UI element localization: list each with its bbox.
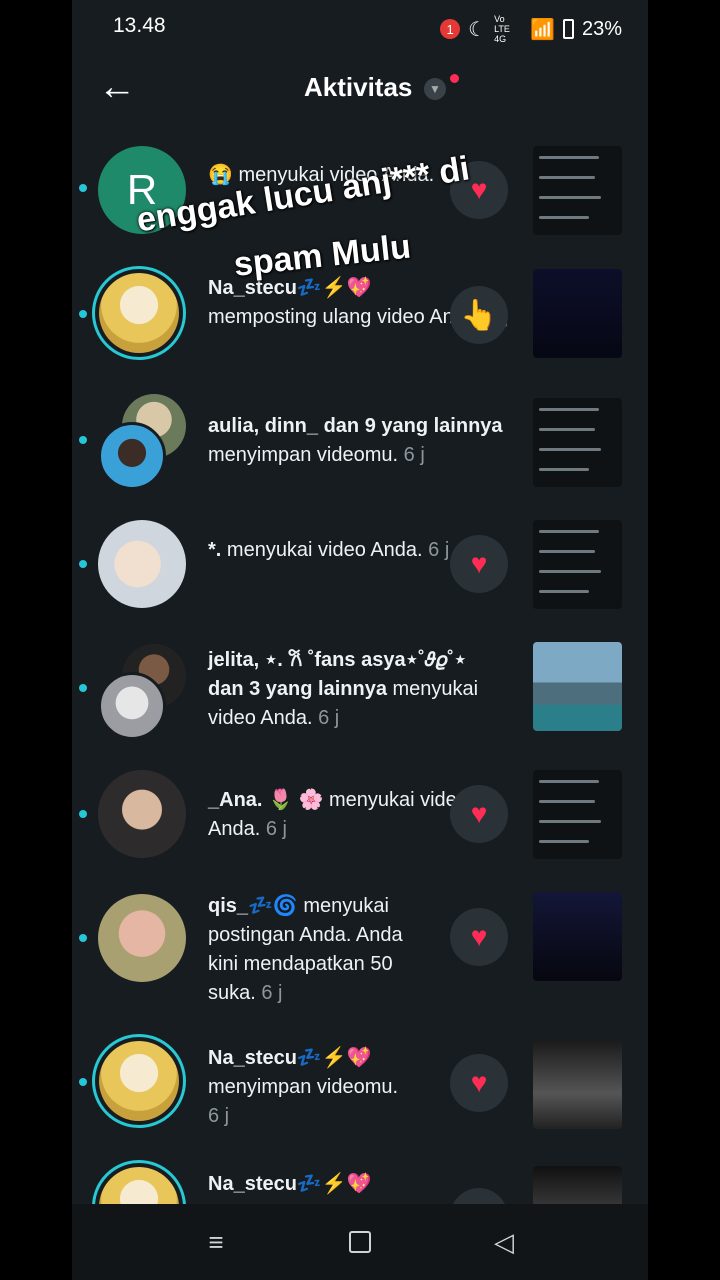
chevron-down-icon[interactable]: ▼: [424, 78, 446, 100]
list-item[interactable]: Na_stecu💤⚡💖 menyimpan videomu. 6 j ♥: [72, 1034, 648, 1138]
unread-dot: [79, 310, 87, 318]
video-thumbnail[interactable]: [533, 1166, 622, 1204]
heart-icon[interactable]: ♥: [450, 785, 508, 843]
activity-text: qis_💤🌀 menyukai postingan Anda. Anda kin…: [208, 892, 438, 1008]
list-item[interactable]: Na_stecu💤⚡💖 ♥: [72, 1160, 648, 1204]
activity-description: memposting ulang video Anda.: [208, 306, 482, 328]
video-thumbnail[interactable]: [533, 892, 622, 981]
avatar[interactable]: [98, 894, 186, 982]
avatar[interactable]: [98, 520, 186, 608]
user-name[interactable]: *.: [208, 539, 221, 561]
unread-dot: [79, 436, 87, 444]
video-thumbnail[interactable]: [533, 1040, 622, 1129]
time-ago: 6 j: [261, 982, 283, 1004]
unread-dot: [79, 1078, 87, 1086]
user-name[interactable]: Na_stecu💤⚡💖: [208, 1047, 372, 1069]
menu-icon[interactable]: ≡: [200, 1226, 232, 1258]
notification-badge: 1: [440, 19, 461, 39]
list-item[interactable]: *. menyukai video Anda. 6 j ♥: [72, 520, 648, 620]
activity-description: menyimpan videomu.: [208, 1076, 399, 1098]
activity-text: Na_stecu💤⚡💖: [208, 1170, 438, 1199]
battery-icon: [562, 19, 574, 39]
battery-percent: 23%: [581, 17, 622, 40]
list-item[interactable]: qis_💤🌀 menyukai postingan Anda. Anda kin…: [72, 892, 648, 1012]
user-name[interactable]: qis_💤🌀: [208, 895, 298, 917]
video-thumbnail[interactable]: [533, 770, 622, 859]
square-home-icon[interactable]: [344, 1226, 376, 1258]
avatar[interactable]: [98, 770, 186, 858]
unread-dot: [79, 810, 87, 818]
activity-text: aulia, dinn_ dan 9 yang lainnya menyimpa…: [208, 412, 508, 470]
user-name[interactable]: _Ana. 🌷 🌸: [208, 789, 323, 811]
emoji: 😭: [208, 164, 233, 186]
user-name[interactable]: Na_stecu💤⚡💖: [208, 1173, 372, 1195]
network-label: Vo LTE 4G: [494, 14, 510, 44]
status-time: 13.48: [113, 14, 166, 37]
user-name[interactable]: aulia, dinn_: [208, 415, 318, 437]
triangle-back-icon[interactable]: ◁: [488, 1226, 520, 1258]
video-thumbnail[interactable]: [533, 146, 622, 235]
app-header: ← Aktivitas ▼: [72, 56, 648, 120]
phone-screen: 13.48 1 ☾ Vo LTE 4G 📶 23% ← Aktivitas ▼ …: [72, 0, 648, 1280]
activity-description: menyukai video Anda.: [226, 539, 423, 561]
video-thumbnail[interactable]: [533, 398, 622, 487]
list-item[interactable]: _Ana. 🌷 🌸 menyukai video Anda. 6 j ♥: [72, 770, 648, 870]
user-name[interactable]: jelita, ⋆. 𐙚 ˚fans asya⋆˚𝜗𝜚˚⋆: [208, 649, 466, 671]
unread-dot: [79, 560, 87, 568]
time-ago: 6 j: [318, 707, 340, 729]
avatar[interactable]: [92, 1034, 186, 1128]
others-count[interactable]: dan 9 yang lainnya: [324, 415, 503, 437]
avatar[interactable]: [98, 422, 166, 490]
others-count[interactable]: dan 3 yang lainnya: [208, 678, 387, 700]
time-ago: 6 j: [208, 1105, 230, 1127]
activity-description: menyimpan videomu.: [208, 444, 399, 466]
heart-icon[interactable]: ♥: [450, 1054, 508, 1112]
time-ago: 6 j: [428, 539, 450, 561]
unread-dot: [79, 184, 87, 192]
video-thumbnail[interactable]: [533, 269, 622, 358]
system-nav-bar: ≡ ◁: [72, 1204, 648, 1280]
avatar[interactable]: [98, 672, 166, 740]
video-thumbnail[interactable]: [533, 520, 622, 609]
list-item[interactable]: Na_stecu💤⚡💖 memposting ulang video Anda.…: [72, 266, 648, 370]
activity-text: jelita, ⋆. 𐙚 ˚fans asya⋆˚𝜗𝜚˚⋆ dan 3 yang…: [208, 646, 508, 733]
pointing-hand-icon[interactable]: 👆: [450, 286, 508, 344]
time-ago: 6 j: [265, 818, 287, 840]
video-thumbnail[interactable]: [533, 642, 622, 731]
activity-text: Na_stecu💤⚡💖 menyimpan videomu. 6 j: [208, 1044, 438, 1131]
signal-icon: 📶: [530, 18, 555, 41]
new-indicator-dot: [450, 74, 459, 83]
avatar[interactable]: [92, 266, 186, 360]
arrow-left-icon[interactable]: ←: [98, 68, 136, 106]
moon-icon: ☾: [468, 18, 487, 41]
page-title: Aktivitas: [304, 72, 413, 102]
avatar[interactable]: [92, 1160, 186, 1204]
heart-icon[interactable]: ♥: [450, 535, 508, 593]
user-name[interactable]: Na_stecu💤⚡💖: [208, 277, 372, 299]
heart-icon[interactable]: ♥: [450, 908, 508, 966]
list-item[interactable]: jelita, ⋆. 𐙚 ˚fans asya⋆˚𝜗𝜚˚⋆ dan 3 yang…: [72, 642, 648, 746]
heart-icon[interactable]: ♥: [450, 1188, 508, 1204]
unread-dot: [79, 934, 87, 942]
unread-dot: [79, 684, 87, 692]
status-bar: 13.48 1 ☾ Vo LTE 4G 📶 23%: [72, 0, 648, 56]
list-item[interactable]: aulia, dinn_ dan 9 yang lainnya menyimpa…: [72, 394, 648, 494]
status-icons: 1 ☾ Vo LTE 4G 📶 23%: [440, 14, 622, 44]
activity-list: R 😭 menyukai video Anda. ♥ Na_stecu💤⚡💖 m…: [72, 126, 648, 1204]
time-ago: 6 j: [403, 444, 425, 466]
